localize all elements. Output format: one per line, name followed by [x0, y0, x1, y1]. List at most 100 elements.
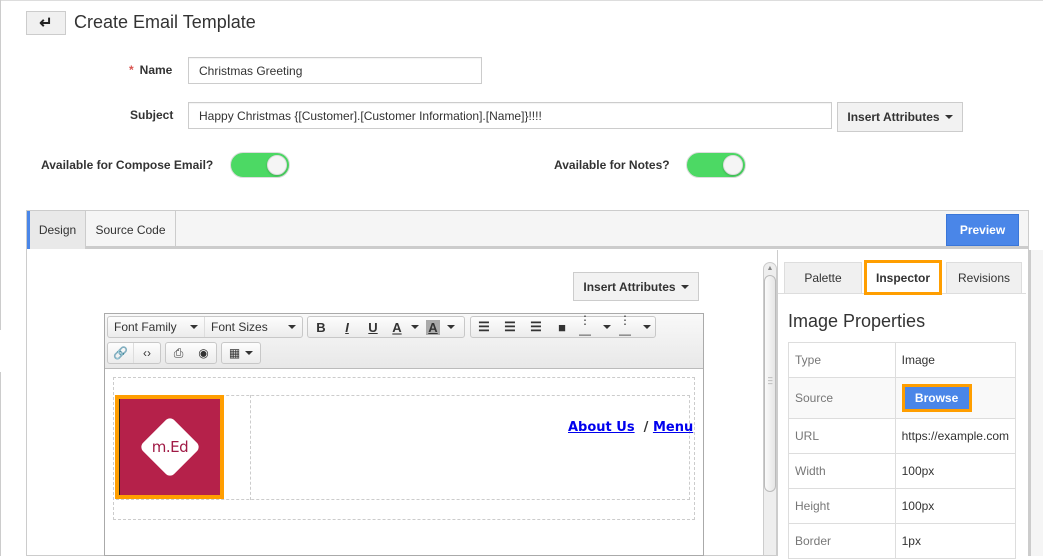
property-key: Source	[788, 377, 896, 419]
property-value: Image	[894, 342, 1017, 378]
insert-group: 🔗 ‹›	[107, 342, 161, 364]
property-value: Browse	[894, 377, 1017, 419]
numbered-list-icon[interactable]: ⋮—	[615, 313, 655, 341]
about-us-link[interactable]: About Us	[568, 420, 635, 435]
property-value[interactable]: 1px	[894, 523, 1017, 559]
font-family-select[interactable]: Font Family	[108, 317, 205, 337]
toggle-knob	[267, 155, 287, 175]
font-sizes-label: Font Sizes	[211, 320, 268, 334]
browse-button[interactable]: Browse	[904, 387, 969, 409]
preview-eye-icon[interactable]: ◉	[191, 343, 216, 363]
property-key: Type	[788, 342, 896, 378]
tab-inspector[interactable]: Inspector	[864, 260, 942, 295]
cell-divider	[250, 395, 251, 500]
selected-logo-image[interactable]: m.Ed	[115, 395, 224, 499]
name-input[interactable]: Christmas Greeting	[188, 57, 482, 84]
image-properties-table: Type Image Source Browse URL https://exa…	[788, 342, 1017, 559]
align-left-icon[interactable]: ☰	[471, 317, 497, 337]
paragraph-group: ☰ ☰ ☰ ■ ⋮— ⋮—	[470, 313, 656, 341]
code-icon[interactable]: ‹›	[134, 343, 160, 363]
toggle-knob	[723, 155, 743, 175]
font-color-icon[interactable]: A	[386, 317, 408, 337]
insert-attributes-label: Insert Attributes	[583, 279, 676, 294]
background-color-glyph: A	[426, 319, 440, 335]
caret-down-icon	[643, 325, 651, 329]
compose-toggle[interactable]	[230, 152, 290, 178]
editor-tabbar: Design Source Code	[27, 211, 1028, 249]
logo-image: m.Ed	[119, 399, 220, 495]
align-justify-icon[interactable]: ■	[549, 317, 575, 337]
page-border	[0, 372, 1, 556]
subject-input-value: Happy Christmas {[Customer].[Customer In…	[199, 108, 542, 123]
align-right-icon[interactable]: ☰	[523, 317, 549, 337]
property-value[interactable]: 100px	[894, 453, 1017, 489]
subject-label: Subject	[130, 108, 174, 122]
insert-attributes-button[interactable]: Insert Attributes	[837, 102, 963, 132]
align-center-icon[interactable]: ☰	[497, 317, 523, 337]
table-row: Type Image	[788, 342, 1017, 378]
table-row: URL https://example.com	[788, 418, 1017, 454]
compose-label: Available for Compose Email?	[41, 158, 214, 172]
link-separator: /	[643, 420, 649, 435]
caret-down-icon	[447, 325, 455, 329]
preview-button[interactable]: Preview	[946, 214, 1019, 246]
scrollbar-thumb[interactable]: – – –	[764, 275, 776, 492]
table-group: ▦	[221, 342, 261, 364]
page-border	[0, 0, 1, 330]
property-key: Height	[788, 488, 896, 524]
canvas-insert-attributes-button[interactable]: Insert Attributes	[573, 272, 699, 301]
panel-title: Image Properties	[788, 311, 926, 331]
caret-down-icon	[411, 325, 419, 329]
canvas-scrollbar[interactable]: ▲ – – –	[763, 262, 777, 556]
editor-toolbar: Font Family Font Sizes B I U A A ☰ ☰ ☰ ■…	[105, 313, 703, 369]
caret-down-icon	[944, 115, 953, 119]
tab-revisions[interactable]: Revisions	[946, 262, 1022, 293]
page-title: Create Email Template	[74, 12, 256, 32]
format-group: B I U A A	[307, 316, 465, 338]
caret-down-icon	[680, 284, 689, 289]
property-value[interactable]: 100px	[894, 488, 1017, 524]
subject-input[interactable]: Happy Christmas {[Customer].[Customer In…	[188, 102, 832, 129]
property-value[interactable]: https://example.com	[894, 418, 1017, 454]
caret-down-icon	[190, 325, 198, 329]
caret-down-icon	[245, 351, 254, 355]
underline-icon[interactable]: U	[360, 317, 386, 337]
caret-down-icon	[288, 325, 296, 329]
view-group: ⎙ ◉	[165, 342, 217, 364]
table-row: Source Browse	[788, 377, 1017, 419]
nav-links: About Us / Menu	[568, 420, 693, 435]
browse-highlight: Browse	[901, 384, 972, 412]
scroll-up-icon[interactable]: ▲	[764, 263, 776, 275]
table-icon[interactable]: ▦	[222, 343, 260, 363]
italic-icon[interactable]: I	[334, 317, 360, 337]
insert-attributes-label: Insert Attributes	[847, 110, 940, 124]
logo-text: m.Ed	[151, 438, 189, 456]
tab-design[interactable]: Design	[27, 211, 86, 249]
font-sizes-select[interactable]: Font Sizes	[205, 317, 302, 337]
background-color-icon[interactable]: A	[422, 317, 444, 337]
bullet-list-icon[interactable]: ⋮—	[575, 313, 615, 341]
background-color-dropdown[interactable]	[444, 317, 458, 337]
side-panel-tabs: Palette Inspector Revisions	[778, 260, 1026, 295]
table-row: Height 100px	[788, 488, 1017, 524]
font-color-dropdown[interactable]	[408, 317, 422, 337]
link-icon[interactable]: 🔗	[108, 343, 134, 363]
back-button[interactable]: ↵	[26, 11, 66, 35]
print-icon[interactable]: ⎙	[166, 343, 191, 363]
notes-label: Available for Notes?	[554, 158, 670, 172]
panel-scrollbar[interactable]	[1028, 250, 1043, 556]
notes-toggle[interactable]	[686, 152, 746, 178]
arrow-back-icon: ↵	[39, 15, 53, 32]
tab-source-code[interactable]: Source Code	[86, 211, 176, 249]
name-label: Name	[139, 63, 173, 77]
font-group: Font Family Font Sizes	[107, 316, 303, 338]
name-label-wrap: * Name	[129, 63, 172, 77]
menu-link[interactable]: Menu	[653, 420, 693, 435]
tab-palette[interactable]: Palette	[784, 262, 862, 293]
table-row: Border 1px	[788, 523, 1017, 559]
property-key: Width	[788, 453, 896, 489]
table-row: Width 100px	[788, 453, 1017, 489]
bold-icon[interactable]: B	[308, 317, 334, 337]
grip-icon: – – –	[768, 373, 773, 388]
page-border	[0, 0, 1043, 1]
